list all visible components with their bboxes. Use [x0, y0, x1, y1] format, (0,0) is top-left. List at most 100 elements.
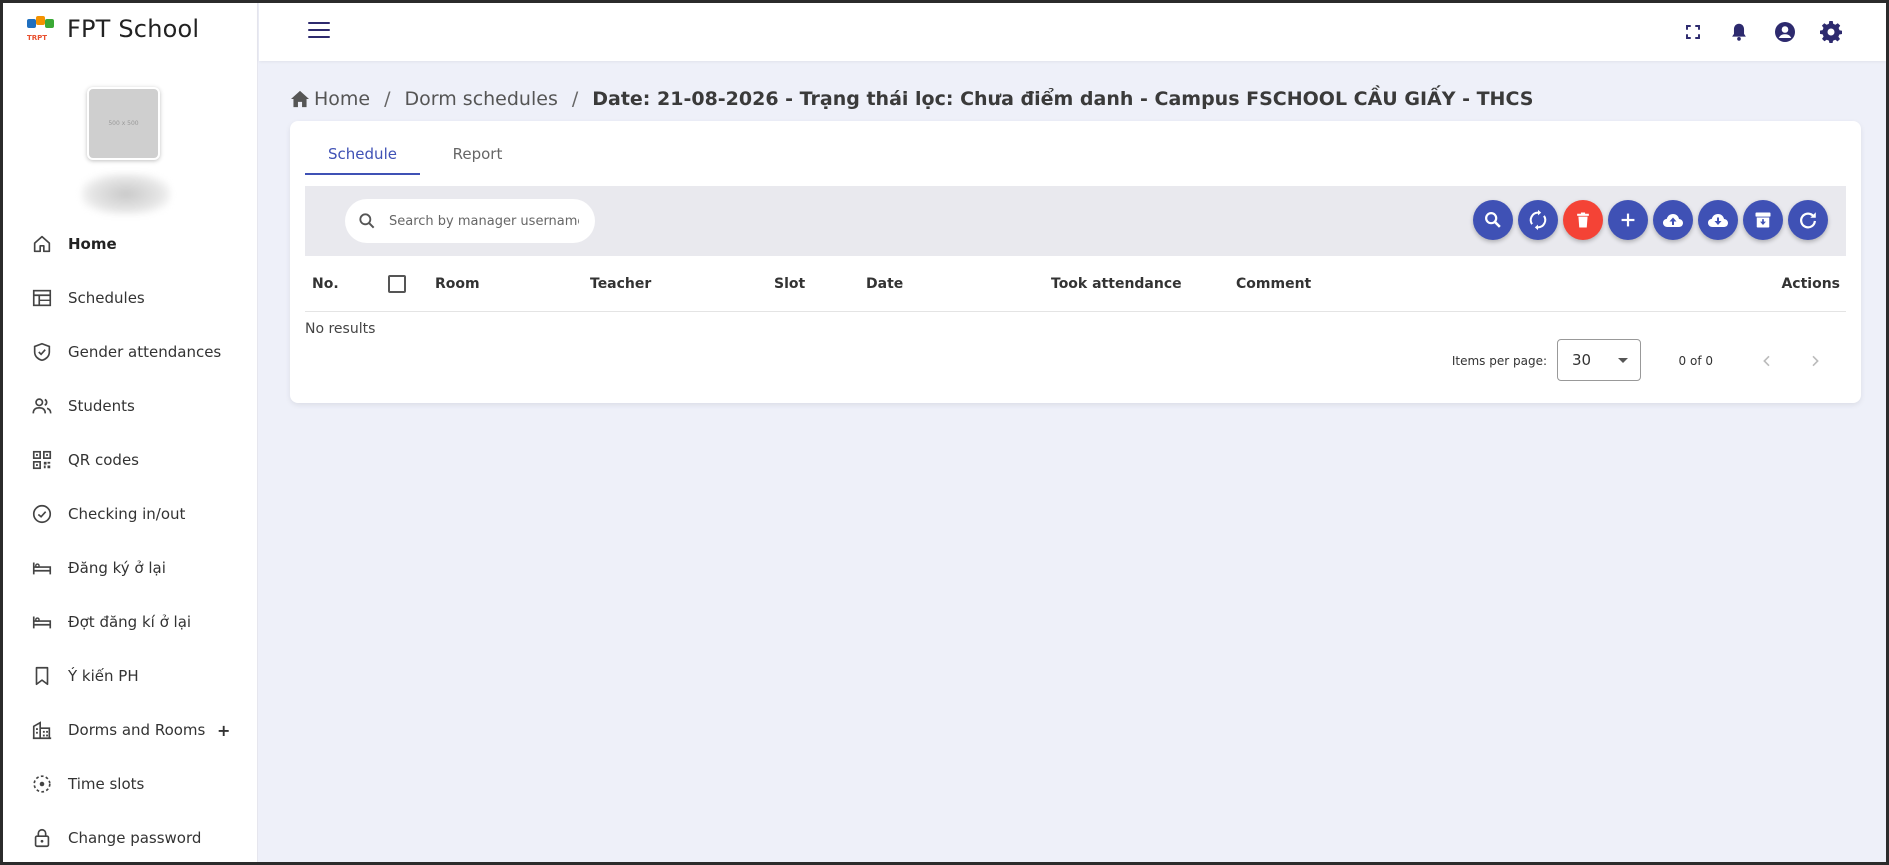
cloud-upload-icon — [1663, 214, 1683, 227]
schedule-card: Schedule Report Search by manager userna… — [290, 121, 1861, 403]
sync-icon — [1529, 209, 1547, 231]
search-button[interactable] — [1473, 200, 1513, 240]
chevron-right-icon — [1812, 355, 1819, 367]
brand[interactable]: TRPT FPT School — [25, 15, 199, 43]
qr-code-icon — [31, 449, 53, 471]
sidebar-item-time-slots[interactable]: Time slots — [3, 757, 258, 811]
avatar[interactable]: 500 x 500 — [87, 87, 160, 160]
breadcrumb: Home / Dorm schedules / Date: 21-08-2026… — [290, 88, 1533, 110]
breadcrumb-current: Date: 21-08-2026 - Trạng thái lọc: Chưa … — [592, 88, 1534, 110]
sidebar-item-dorms-and-rooms[interactable]: Dorms and Rooms + — [3, 703, 258, 757]
sidebar-item-dot-dang-ki-o-lai[interactable]: Đợt đăng kí ở lại — [3, 595, 258, 649]
column-header-comment[interactable]: Comment — [1236, 276, 1311, 292]
previous-page-button[interactable] — [1755, 349, 1779, 373]
sidebar-item-checking-in-out[interactable]: Checking in/out — [3, 487, 258, 541]
add-button[interactable] — [1608, 200, 1648, 240]
sidebar-item-label: Time slots — [68, 775, 145, 793]
column-header-slot[interactable]: Slot — [774, 276, 805, 292]
sidebar-item-label: Gender attendances — [68, 343, 222, 361]
plus-icon — [1621, 213, 1635, 227]
column-header-date[interactable]: Date — [866, 276, 903, 292]
paginator: Items per page: 30 0 of 0 — [1361, 339, 1861, 383]
bookmark-icon — [31, 665, 53, 687]
fullscreen-icon[interactable] — [1680, 19, 1706, 45]
topbar-actions — [1680, 19, 1844, 45]
brand-name: FPT School — [67, 15, 200, 43]
sidebar-item-label: Students — [68, 397, 135, 415]
sidebar-item-y-kien-ph[interactable]: Ý kiến PH — [3, 649, 258, 703]
home-icon — [31, 233, 53, 255]
breadcrumb-home-label: Home — [314, 88, 371, 110]
avatar-placeholder-text: 500 x 500 — [108, 120, 139, 127]
sidebar-item-label: Ý kiến PH — [68, 667, 139, 685]
bell-icon[interactable] — [1726, 19, 1752, 45]
username-blurred — [81, 173, 171, 215]
upload-button[interactable] — [1653, 200, 1693, 240]
sidebar-item-change-password[interactable]: Change password — [3, 811, 258, 862]
empty-state-text: No results — [305, 321, 376, 337]
people-icon — [31, 395, 53, 417]
account-icon[interactable] — [1772, 19, 1798, 45]
menu-toggle-icon[interactable] — [308, 22, 330, 40]
chevron-down-icon — [1618, 358, 1628, 363]
sidebar-item-label: Schedules — [68, 289, 145, 307]
breadcrumb-section[interactable]: Dorm schedules — [405, 88, 558, 110]
home-icon — [291, 90, 309, 108]
sidebar-item-label: QR codes — [68, 451, 139, 469]
tab-bar: Schedule Report — [305, 135, 535, 175]
shield-check-icon — [31, 341, 53, 363]
sidebar-item-label: Home — [68, 235, 117, 253]
gear-icon[interactable] — [1818, 19, 1844, 45]
sidebar-item-label: Change password — [68, 829, 202, 847]
sidebar-item-schedules[interactable]: Schedules — [3, 271, 258, 325]
sidebar-item-label: Checking in/out — [68, 505, 186, 523]
column-header-teacher[interactable]: Teacher — [590, 276, 651, 292]
page-size-select[interactable]: 30 — [1557, 339, 1641, 381]
fpt-logo-icon: TRPT — [25, 15, 55, 43]
refresh-button[interactable] — [1788, 200, 1828, 240]
building-icon — [31, 719, 53, 741]
bed-icon — [31, 557, 53, 579]
table-icon — [31, 287, 53, 309]
items-per-page-label: Items per page: — [1451, 354, 1547, 368]
sidebar-item-label: Đợt đăng kí ở lại — [68, 613, 192, 631]
tab-report[interactable]: Report — [420, 135, 535, 175]
column-header-took-attendance[interactable]: Took attendance — [1051, 276, 1182, 292]
sidebar-item-qr-codes[interactable]: QR codes — [3, 433, 258, 487]
sidebar-item-students[interactable]: Students — [3, 379, 258, 433]
tab-schedule[interactable]: Schedule — [305, 135, 420, 175]
lock-icon — [31, 827, 53, 849]
check-circle-icon — [31, 503, 53, 525]
next-page-button[interactable] — [1803, 349, 1827, 373]
sidebar-menu: Home Schedules Gender attendances Studen… — [3, 217, 258, 862]
select-all-checkbox[interactable] — [388, 275, 406, 293]
archive-icon — [1755, 212, 1771, 228]
toolbar — [305, 186, 1846, 256]
search-icon — [359, 213, 375, 229]
delete-button[interactable] — [1563, 200, 1603, 240]
search-input[interactable] — [389, 213, 579, 229]
sidebar-item-gender-attendances[interactable]: Gender attendances — [3, 325, 258, 379]
breadcrumb-separator: / — [571, 88, 579, 110]
cloud-download-icon — [1708, 214, 1728, 227]
bed-icon — [31, 611, 53, 633]
sidebar-item-label: Đăng ký ở lại — [68, 559, 166, 577]
action-buttons — [1473, 200, 1828, 240]
sync-button[interactable] — [1518, 200, 1558, 240]
column-header-no[interactable]: No. — [312, 276, 339, 292]
refresh-icon — [1800, 212, 1816, 229]
table-header: No. Room Teacher Slot Date Took attendan… — [305, 256, 1846, 312]
app-window: TRPT FPT School 500 x 500 Home Schedules — [3, 3, 1886, 862]
expand-icon[interactable]: + — [217, 721, 230, 740]
sidebar-item-dang-ky-o-lai[interactable]: Đăng ký ở lại — [3, 541, 258, 595]
breadcrumb-separator: / — [384, 88, 391, 110]
download-button[interactable] — [1698, 200, 1738, 240]
search-icon — [1485, 212, 1501, 228]
page-size-value: 30 — [1572, 351, 1592, 369]
breadcrumb-home[interactable]: Home — [290, 88, 370, 110]
archive-button[interactable] — [1743, 200, 1783, 240]
column-header-room[interactable]: Room — [435, 276, 480, 292]
search-box[interactable] — [345, 199, 595, 243]
sidebar-item-home[interactable]: Home — [3, 217, 258, 271]
chevron-left-icon — [1763, 355, 1770, 367]
